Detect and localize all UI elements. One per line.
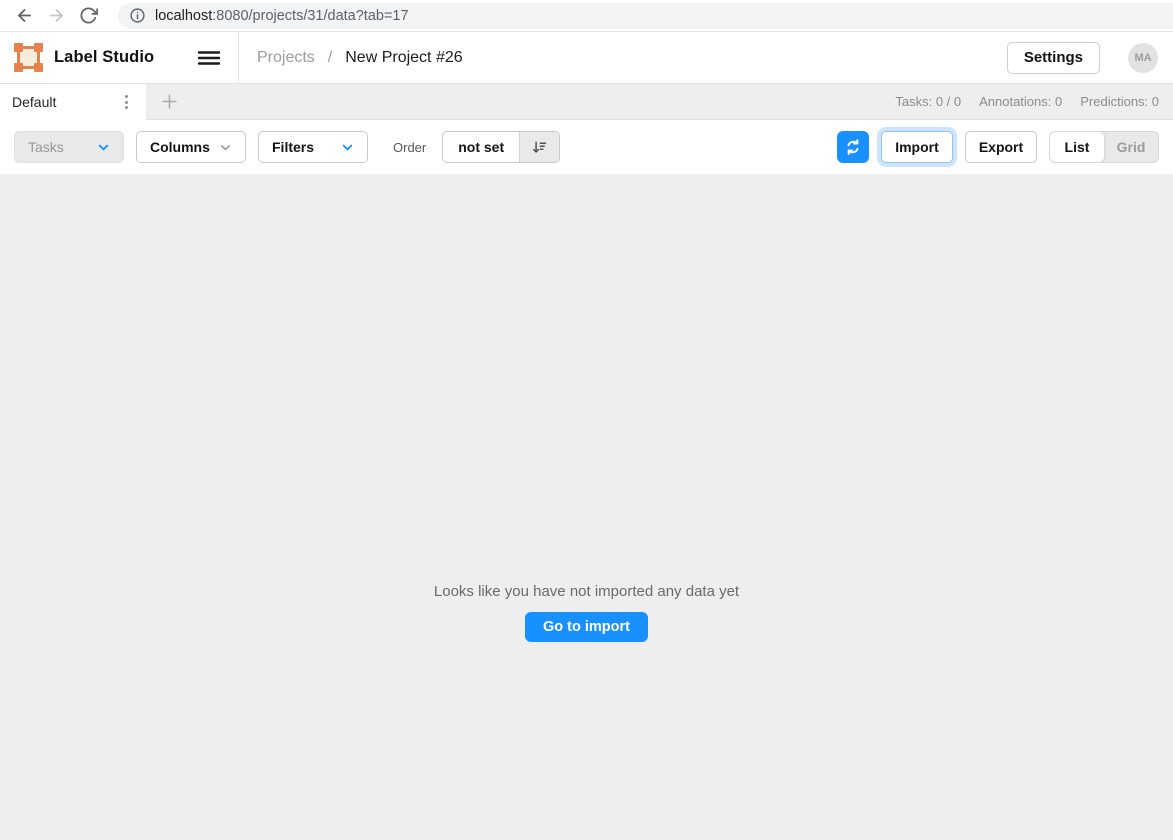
- refresh-button[interactable]: [837, 131, 869, 163]
- page-title: New Project #26: [345, 49, 462, 67]
- import-button[interactable]: Import: [881, 131, 953, 163]
- sync-icon: [844, 138, 862, 156]
- chevron-down-icon: [219, 141, 232, 154]
- view-toggle: List Grid: [1049, 131, 1159, 163]
- toolbar-left: Tasks Columns Filters Order not set: [14, 131, 560, 163]
- tab-default[interactable]: Default: [0, 84, 146, 120]
- url-bar[interactable]: localhost:8080/projects/31/data?tab=17: [118, 3, 1173, 29]
- tab-default-label: Default: [12, 94, 56, 110]
- tasks-dropdown-label: Tasks: [28, 139, 64, 155]
- plus-icon: [160, 92, 179, 111]
- settings-button[interactable]: Settings: [1007, 42, 1100, 74]
- columns-dropdown-button[interactable]: Columns: [136, 131, 246, 163]
- url-host: localhost: [155, 8, 212, 24]
- breadcrumb: Projects / New Project #26: [257, 49, 463, 67]
- page-info-icon[interactable]: [129, 7, 146, 24]
- arrow-right-icon: [47, 6, 66, 25]
- breadcrumb-separator: /: [328, 49, 332, 67]
- annotations-counter: Annotations: 0: [979, 94, 1062, 109]
- tasks-counter: Tasks: 0 / 0: [895, 94, 961, 109]
- brand-zone: Label Studio: [0, 32, 239, 83]
- counters: Tasks: 0 / 0 Annotations: 0 Predictions:…: [895, 84, 1173, 119]
- browser-back-button[interactable]: [10, 2, 38, 30]
- data-manager-toolbar: Tasks Columns Filters Order not set Impo…: [0, 120, 1173, 174]
- predictions-counter: Predictions: 0: [1080, 94, 1159, 109]
- tab-options-button[interactable]: [119, 89, 134, 115]
- tasks-dropdown-button[interactable]: Tasks: [14, 131, 124, 163]
- filters-dropdown-label: Filters: [272, 139, 314, 155]
- toolbar-right: Import Export List Grid: [837, 131, 1159, 163]
- chevron-down-icon: [341, 141, 354, 154]
- browser-forward-button[interactable]: [42, 2, 70, 30]
- sort-direction-button[interactable]: [519, 132, 559, 162]
- order-label: Order: [393, 140, 426, 155]
- app-header: Label Studio Projects / New Project #26 …: [0, 32, 1173, 84]
- order-control: not set: [442, 131, 560, 163]
- export-button[interactable]: Export: [965, 131, 1037, 163]
- breadcrumb-projects-link[interactable]: Projects: [257, 49, 315, 67]
- order-value-label: not set: [458, 139, 504, 155]
- reload-icon: [79, 6, 98, 25]
- view-toggle-list[interactable]: List: [1050, 132, 1104, 162]
- view-tabs-bar: Default Tasks: 0 / 0 Annotations: 0 Pred…: [0, 84, 1173, 120]
- add-tab-button[interactable]: [146, 84, 192, 119]
- app-title: Label Studio: [54, 48, 154, 67]
- sort-descending-icon: [531, 139, 548, 156]
- header-right: Settings MA: [1007, 42, 1173, 74]
- hamburger-menu-button[interactable]: [196, 45, 222, 71]
- view-toggle-grid[interactable]: Grid: [1104, 132, 1158, 162]
- order-value-button[interactable]: not set: [443, 132, 519, 162]
- hamburger-icon: [197, 46, 221, 70]
- browser-reload-button[interactable]: [74, 2, 102, 30]
- filters-dropdown-button[interactable]: Filters: [258, 131, 368, 163]
- label-studio-logo-icon[interactable]: [14, 43, 43, 72]
- go-to-import-button[interactable]: Go to import: [525, 612, 648, 642]
- data-area: Looks like you have not imported any dat…: [0, 174, 1173, 840]
- arrow-left-icon: [15, 6, 34, 25]
- columns-dropdown-label: Columns: [150, 139, 210, 155]
- avatar[interactable]: MA: [1128, 43, 1158, 73]
- empty-state-message: Looks like you have not imported any dat…: [434, 583, 739, 600]
- browser-chrome: localhost:8080/projects/31/data?tab=17: [0, 0, 1173, 32]
- chevron-down-icon: [97, 141, 110, 154]
- url-path: :8080/projects/31/data?tab=17: [212, 8, 408, 24]
